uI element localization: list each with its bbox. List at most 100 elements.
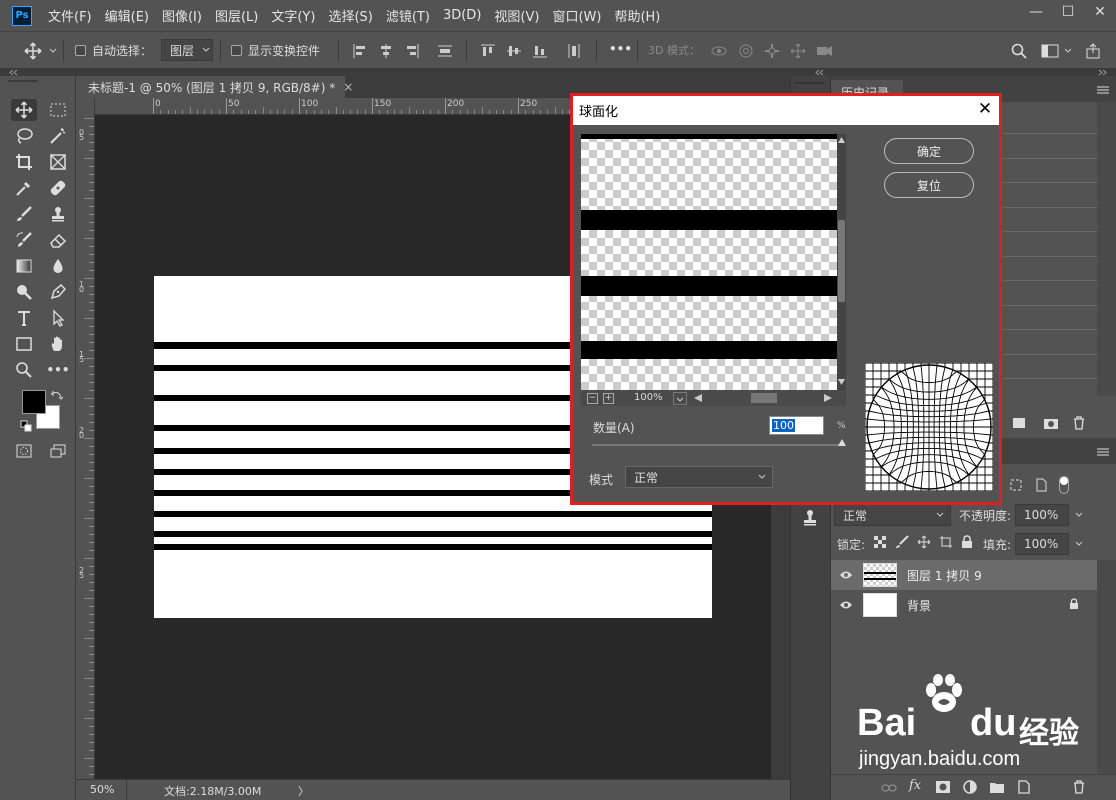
expand-arrows-icon[interactable] — [1098, 69, 1108, 76]
swap-colors-icon[interactable] — [51, 389, 63, 401]
menu-select[interactable]: 选择(S) — [328, 6, 372, 25]
3d-camera-icon[interactable] — [816, 43, 834, 59]
menu-filter[interactable]: 滤镜(T) — [386, 6, 430, 25]
status-menu-arrow[interactable]: 〉 — [298, 783, 309, 799]
mode-dropdown[interactable]: 正常 — [625, 466, 773, 488]
path-selection-tool[interactable] — [45, 307, 71, 329]
move-tool[interactable] — [11, 99, 37, 121]
amount-slider-thumb[interactable] — [838, 439, 846, 446]
default-colors-icon[interactable] — [20, 420, 32, 432]
scroll-down-icon[interactable] — [837, 378, 846, 386]
menu-3d[interactable]: 3D(D) — [443, 8, 481, 23]
align-bottom-icon[interactable] — [532, 43, 548, 59]
adjustment-layer-icon[interactable] — [963, 780, 977, 794]
link-layers-icon[interactable] — [881, 782, 897, 794]
3d-slide-icon[interactable] — [790, 43, 806, 59]
clone-source-icon[interactable] — [800, 508, 820, 528]
amount-input[interactable]: 100 — [769, 416, 824, 435]
align-right-icon[interactable] — [404, 43, 420, 59]
screen-mode-button[interactable] — [45, 440, 71, 462]
more-tools-button[interactable]: ••• — [45, 359, 71, 381]
rectangle-tool[interactable] — [11, 333, 37, 355]
blend-mode-dropdown[interactable]: 正常 — [834, 504, 951, 526]
layer-row-selected[interactable]: 图层 1 拷贝 9 — [831, 560, 1097, 590]
maximize-button[interactable]: ☐ — [1052, 0, 1084, 24]
foreground-color-swatch[interactable] — [22, 390, 46, 414]
scroll-left-icon[interactable] — [693, 393, 703, 403]
3d-roll-icon[interactable] — [738, 43, 754, 59]
chevron-down-icon[interactable] — [1075, 541, 1083, 547]
dialog-title-bar[interactable]: 球面化 ✕ — [573, 96, 999, 125]
document-tab[interactable]: 未标题-1 @ 50% (图层 1 拷贝 9, RGB/8#) * × — [76, 76, 353, 98]
layer-row[interactable]: 背景 — [831, 590, 1097, 620]
type-tool[interactable] — [11, 307, 37, 329]
quick-mask-button[interactable] — [11, 440, 37, 462]
workspace-icon[interactable] — [1041, 43, 1059, 59]
history-brush-tool[interactable] — [11, 229, 37, 251]
menu-layer[interactable]: 图层(L) — [215, 6, 258, 25]
filter-shape-icon[interactable] — [1009, 478, 1023, 492]
eyedropper-tool[interactable] — [11, 177, 37, 199]
align-center-h-icon[interactable] — [378, 43, 394, 59]
fill-input[interactable]: 100% — [1015, 533, 1069, 555]
filter-preview[interactable] — [581, 134, 837, 390]
gradient-tool[interactable] — [11, 255, 37, 277]
eye-icon[interactable] — [839, 600, 853, 610]
align-top-icon[interactable] — [480, 43, 496, 59]
add-mask-icon[interactable] — [935, 780, 951, 794]
healing-brush-tool[interactable] — [45, 177, 71, 199]
dialog-close-button[interactable]: ✕ — [975, 99, 995, 119]
preview-vscroll-thumb[interactable] — [838, 220, 845, 302]
lasso-tool[interactable] — [11, 125, 37, 147]
hand-tool[interactable] — [45, 333, 71, 355]
collapse-arrows-icon[interactable] — [814, 69, 824, 76]
close-window-button[interactable]: ✕ — [1084, 0, 1116, 24]
share-icon[interactable] — [1085, 43, 1101, 59]
chevron-down-icon[interactable] — [1075, 512, 1083, 518]
lock-artboard-icon[interactable] — [939, 535, 953, 549]
align-middle-v-icon[interactable] — [506, 43, 522, 59]
menu-edit[interactable]: 编辑(E) — [105, 6, 149, 25]
brush-tool[interactable] — [11, 203, 37, 225]
filter-toggle[interactable] — [1059, 476, 1069, 494]
magic-wand-tool[interactable] — [45, 125, 71, 147]
close-tab-icon[interactable]: × — [343, 80, 353, 94]
minimize-button[interactable]: — — [1020, 0, 1052, 24]
vertical-ruler[interactable]: 0510152025 — [76, 98, 95, 779]
preview-zoom-value[interactable]: 100% — [634, 392, 663, 403]
3d-orbit-icon[interactable] — [710, 43, 728, 59]
menu-type[interactable]: 文字(Y) — [271, 6, 315, 25]
amount-slider[interactable] — [592, 439, 846, 446]
new-document-from-state-icon[interactable] — [1011, 416, 1027, 430]
distribute-icon[interactable] — [437, 43, 453, 59]
preview-hscroll-thumb[interactable] — [751, 393, 777, 403]
show-transform-checkbox[interactable] — [231, 45, 242, 56]
filter-smart-object-icon[interactable] — [1034, 478, 1048, 492]
menu-window[interactable]: 窗口(W) — [552, 6, 601, 25]
move-tool-icon[interactable] — [24, 42, 42, 60]
zoom-level[interactable]: 50% — [90, 783, 114, 796]
scroll-up-icon[interactable] — [837, 136, 846, 144]
collapse-arrows-icon[interactable] — [8, 69, 18, 76]
scroll-right-icon[interactable] — [823, 393, 833, 403]
ok-button[interactable]: 确定 — [884, 138, 974, 164]
zoom-tool[interactable] — [11, 359, 37, 381]
lock-all-icon[interactable] — [961, 535, 973, 549]
eraser-tool[interactable] — [45, 229, 71, 251]
align-left-icon[interactable] — [352, 43, 368, 59]
camera-icon[interactable] — [1043, 416, 1059, 430]
folder-icon[interactable] — [989, 780, 1005, 794]
panel-menu-icon[interactable] — [1097, 86, 1109, 94]
layer-effects-icon[interactable]: fx — [909, 778, 921, 793]
auto-select-checkbox[interactable] — [75, 45, 86, 56]
3d-pan-icon[interactable] — [764, 43, 780, 59]
pen-tool[interactable] — [45, 281, 71, 303]
lock-pixels-icon[interactable] — [895, 535, 909, 549]
search-icon[interactable] — [1011, 43, 1027, 59]
menu-help[interactable]: 帮助(H) — [614, 6, 660, 25]
new-layer-icon[interactable] — [1017, 780, 1031, 794]
chevron-down-icon[interactable] — [1064, 48, 1072, 54]
zoom-out-button[interactable]: − — [587, 393, 598, 404]
frame-tool[interactable] — [45, 151, 71, 173]
auto-select-dropdown[interactable]: 图层 — [161, 39, 213, 61]
